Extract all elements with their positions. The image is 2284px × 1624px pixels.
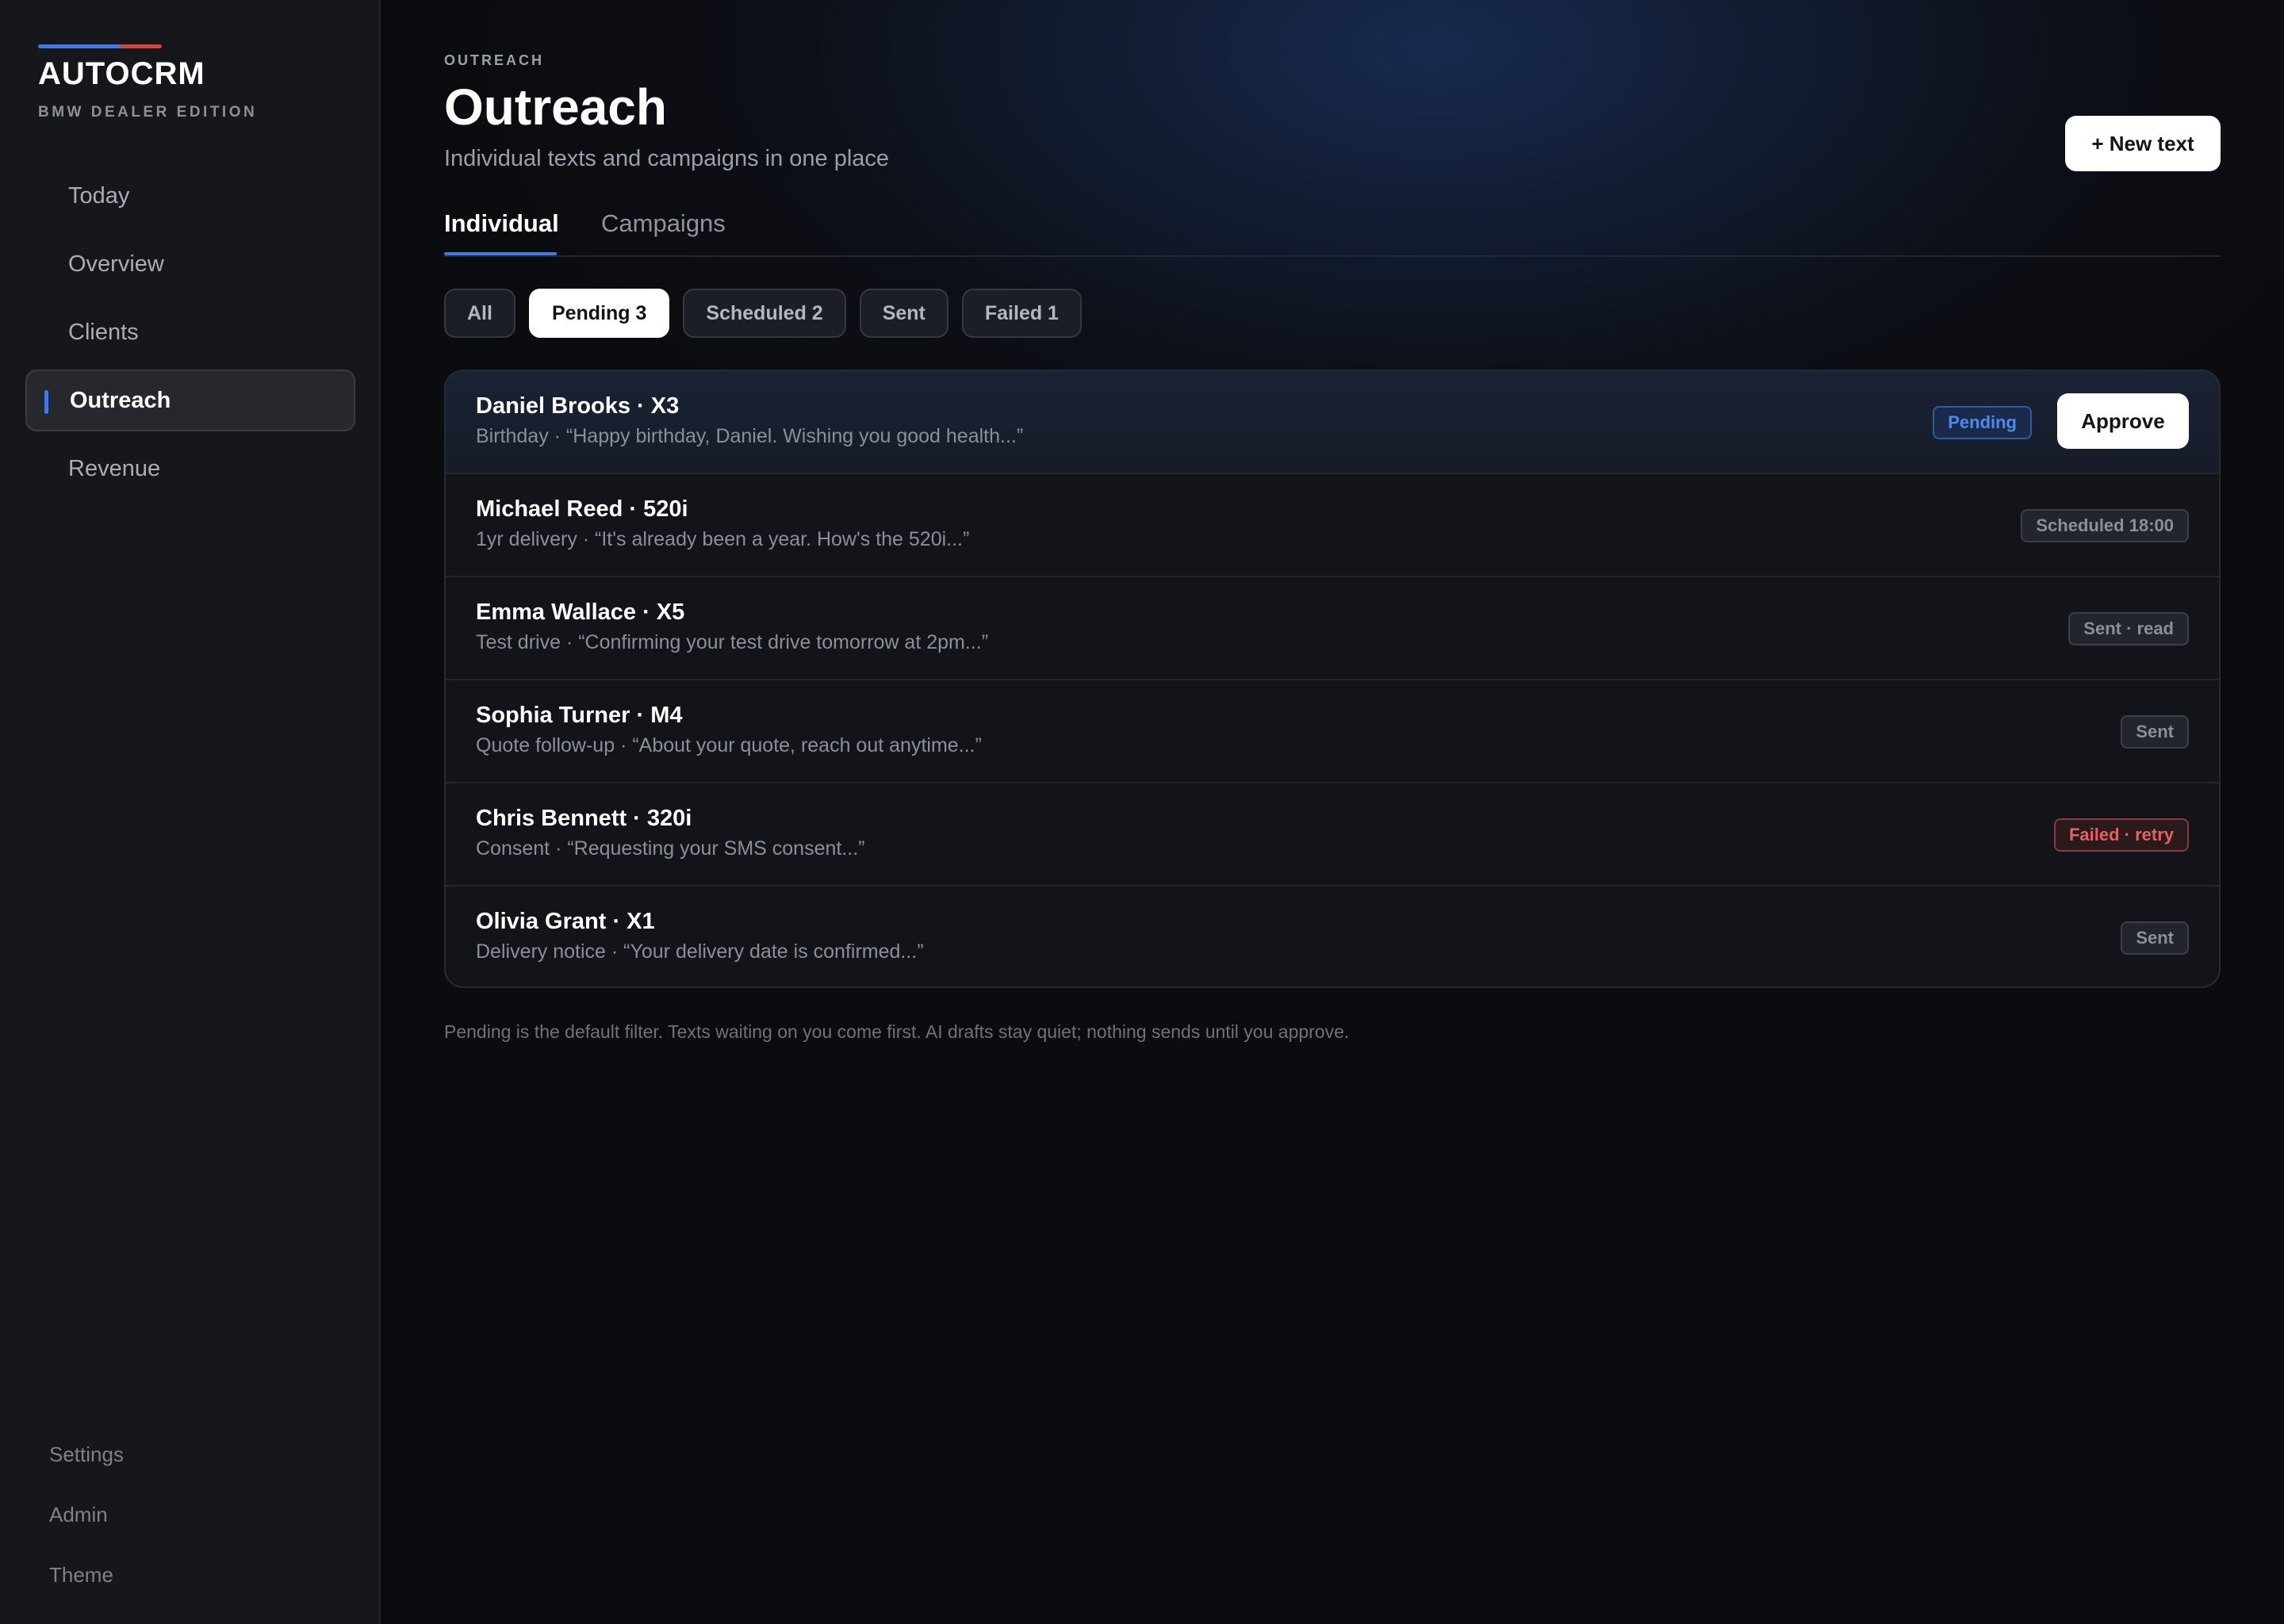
sidebar-item-outreach[interactable]: Outreach	[25, 370, 355, 431]
message-preview: 1yr delivery · “It's already been a year…	[476, 528, 970, 550]
sidebar-item-today[interactable]: Today	[25, 165, 355, 227]
page-eyebrow: OUTREACH	[444, 52, 544, 68]
filter-scheduled[interactable]: Scheduled 2	[683, 289, 846, 338]
message-title: Michael Reed · 520i	[476, 496, 688, 522]
sidebar-item-theme[interactable]: Theme	[49, 1545, 124, 1605]
sidebar-item-revenue[interactable]: Revenue	[25, 438, 355, 500]
message-title: Sophia Turner · M4	[476, 703, 683, 728]
brand: AUTOCRM BMW DEALER EDITION	[38, 44, 257, 121]
sidebar-item-label: Clients	[68, 319, 139, 345]
message-preview: Birthday · “Happy birthday, Daniel. Wish…	[476, 425, 1024, 447]
main-content: OUTREACH Outreach Individual texts and c…	[381, 0, 2284, 1624]
filter-pending[interactable]: Pending 3	[528, 289, 670, 338]
sidebar-bottom-nav: Settings Admin Theme	[49, 1424, 124, 1605]
sidebar-item-admin[interactable]: Admin	[49, 1484, 124, 1545]
status-badge: Pending	[1933, 406, 2032, 439]
sidebar-item-overview[interactable]: Overview	[25, 233, 355, 295]
new-text-button[interactable]: + New text	[2065, 116, 2221, 171]
sidebar-nav: Today Overview Clients Outreach Revenue	[25, 165, 355, 506]
list-item[interactable]: Michael Reed · 520i 1yr delivery · “It's…	[446, 474, 2219, 577]
status-badge: Sent	[2121, 715, 2189, 749]
sidebar-item-label: Overview	[68, 251, 164, 277]
sidebar-item-label: Today	[68, 182, 130, 209]
list-item[interactable]: Emma Wallace · X5 Test drive · “Confirmi…	[446, 577, 2219, 680]
status-filter-group: All Pending 3 Scheduled 2 Sent Failed 1	[444, 289, 1095, 338]
list-item[interactable]: Sophia Turner · M4 Quote follow-up · “Ab…	[446, 680, 2219, 783]
message-preview: Delivery notice · “Your delivery date is…	[476, 940, 924, 963]
message-title: Emma Wallace · X5	[476, 599, 685, 625]
status-badge: Sent	[2121, 921, 2189, 955]
message-list: Daniel Brooks · X3 Birthday · “Happy bir…	[444, 370, 2221, 988]
message-title: Chris Bennett · 320i	[476, 806, 692, 831]
sidebar-item-label: Revenue	[68, 455, 161, 481]
message-preview: Consent · “Requesting your SMS consent..…	[476, 837, 865, 860]
approve-button[interactable]: Approve	[2057, 393, 2189, 449]
tab-label: Individual	[444, 209, 559, 237]
tab-active-underline	[444, 252, 557, 255]
status-badge[interactable]: Failed · retry	[2053, 818, 2189, 852]
page-title: Outreach	[444, 79, 667, 136]
footnote: Pending is the default filter. Texts wai…	[444, 1021, 1350, 1042]
tab-campaigns[interactable]: Campaigns	[601, 209, 726, 257]
message-title: Daniel Brooks · X3	[476, 393, 680, 419]
status-badge: Sent · read	[2068, 612, 2189, 645]
sidebar-item-clients[interactable]: Clients	[25, 301, 355, 363]
message-preview: Quote follow-up · “About your quote, rea…	[476, 734, 982, 756]
filter-sent[interactable]: Sent	[859, 289, 948, 338]
list-item[interactable]: Chris Bennett · 320i Consent · “Requesti…	[446, 783, 2219, 887]
list-item[interactable]: Daniel Brooks · X3 Birthday · “Happy bir…	[446, 371, 2219, 474]
sidebar: AUTOCRM BMW DEALER EDITION Today Overvie…	[0, 0, 381, 1624]
message-title: Olivia Grant · X1	[476, 909, 655, 934]
sidebar-item-settings[interactable]: Settings	[49, 1424, 124, 1484]
tab-label: Campaigns	[601, 209, 726, 237]
message-preview: Test drive · “Confirming your test drive…	[476, 631, 989, 653]
brand-subtitle: BMW DEALER EDITION	[38, 104, 258, 121]
tab-individual[interactable]: Individual	[444, 209, 559, 257]
brand-title: AUTOCRM	[38, 56, 205, 91]
sidebar-item-label: Outreach	[70, 387, 171, 413]
brand-stripe	[38, 44, 162, 48]
status-badge: Scheduled 18:00	[2021, 509, 2189, 542]
active-indicator	[44, 390, 48, 414]
filter-all[interactable]: All	[444, 289, 515, 338]
list-item[interactable]: Olivia Grant · X1 Delivery notice · “You…	[446, 887, 2219, 986]
filter-failed[interactable]: Failed 1	[961, 289, 1082, 338]
tab-bar: Individual Campaigns	[444, 205, 2221, 257]
page-subtitle: Individual texts and campaigns in one pl…	[444, 146, 890, 171]
